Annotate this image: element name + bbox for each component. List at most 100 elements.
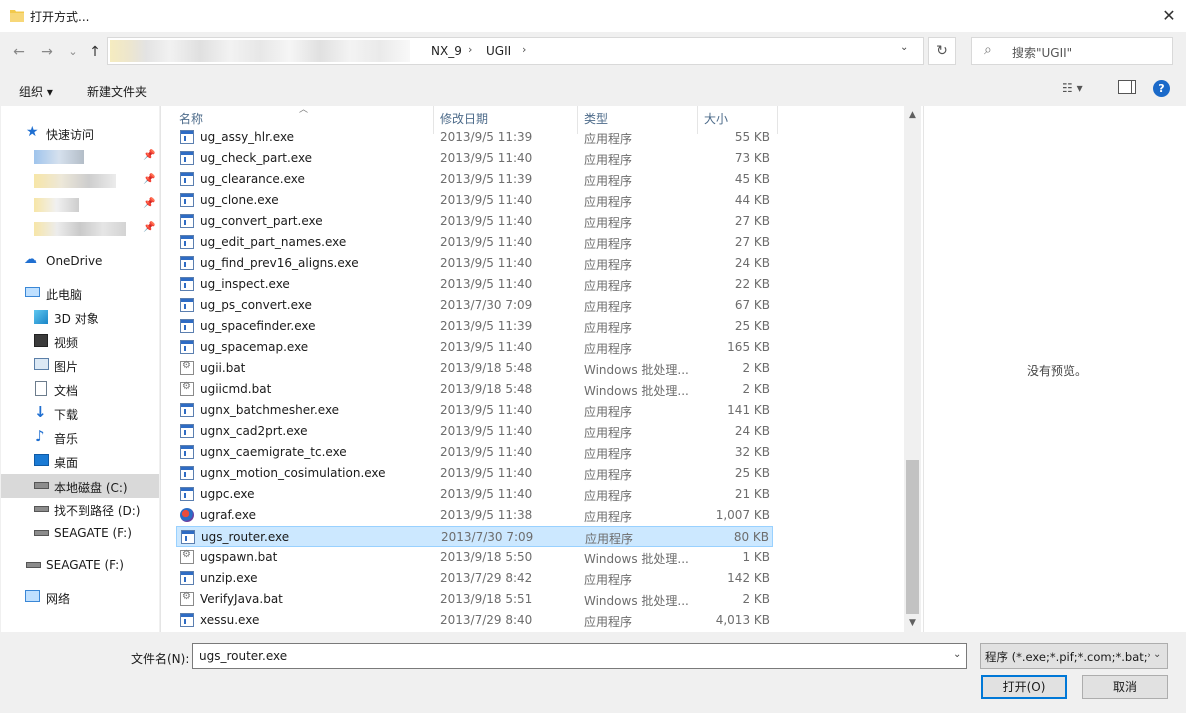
sidebar-item-onedrive[interactable]: ☁ OneDrive [1,250,159,272]
scrollbar-thumb[interactable] [906,460,919,614]
sidebar-item-pinned-1[interactable]: 📌 [1,146,159,168]
filename-value[interactable]: ugs_router.exe [199,649,287,663]
scroll-up-icon[interactable]: ▲ [904,108,921,122]
file-row[interactable]: ugnx_cad2prt.exe 2013/9/5 11:40 应用程序 24 KB [176,421,773,442]
file-row[interactable]: ug_spacemap.exe 2013/9/5 11:40 应用程序 165 KB [176,337,773,358]
file-row[interactable]: ug_clearance.exe 2013/9/5 11:39 应用程序 45 KB [176,169,773,190]
executable-icon [180,277,194,291]
breadcrumb-ugii[interactable]: UGII [486,44,511,58]
sidebar-item-3d-objects[interactable]: 3D 对象 [1,306,159,328]
organize-button[interactable]: 组织 ▾ [19,83,53,100]
file-row[interactable]: ugiicmd.bat 2013/9/18 5:48 Windows 批处理... 2… [176,379,773,400]
file-row[interactable]: unzip.exe 2013/7/29 8:42 应用程序 142 KB [176,568,773,589]
back-button[interactable]: ← [8,40,30,64]
vertical-scrollbar[interactable]: ▲ ▼ [904,106,921,632]
file-row[interactable]: ugraf.exe 2013/9/5 11:38 应用程序 1,007 KB [176,505,773,526]
chevron-down-icon[interactable]: ⌄ [953,649,961,660]
document-icon [35,381,47,396]
address-bar[interactable]: NX_9 › UGII › ⌄ [107,37,924,65]
file-row[interactable]: ug_find_prev16_aligns.exe 2013/9/5 11:40 应… [176,253,773,274]
sidebar-item-label: 3D 对象 [54,312,99,326]
file-row[interactable]: VerifyJava.bat 2013/9/18 5:51 Windows 批处理.… [176,589,773,610]
file-row[interactable]: ugpc.exe 2013/9/5 11:40 应用程序 21 KB [176,484,773,505]
up-button[interactable]: ↑ [84,40,106,64]
sidebar-item-videos[interactable]: 视频 [1,330,159,352]
sidebar-item-downloads[interactable]: ↓ 下载 [1,402,159,424]
sort-ascending-icon: ︿ [299,105,309,115]
file-row[interactable]: ug_edit_part_names.exe 2013/9/5 11:40 应用程序… [176,232,773,253]
breadcrumb-nx9[interactable]: NX_9 [431,44,462,58]
sidebar-item-pinned-3[interactable]: 📌 [1,194,159,216]
file-row[interactable]: ugnx_caemigrate_tc.exe 2013/9/5 11:40 应用程序… [176,442,773,463]
sidebar-item-seagate-f[interactable]: SEAGATE (F:) [1,522,159,544]
view-options-icon[interactable]: ☷ ▾ [1062,81,1096,97]
sidebar-item-drive-d[interactable]: 找不到路径 (D:) [1,498,159,520]
file-name: ug_check_part.exe [200,151,313,165]
file-name: ugraf.exe [200,508,256,522]
toolbar: 组织 ▾ 新建文件夹 ☷ ▾ ? [0,75,1186,105]
file-type: 应用程序 [584,195,633,209]
file-row[interactable]: ug_inspect.exe 2013/9/5 11:40 应用程序 22 KB [176,274,773,295]
sidebar-item-network[interactable]: 网络 [1,586,159,608]
star-icon: ★ [26,124,39,140]
refresh-button[interactable]: ↻ [928,37,956,65]
file-row[interactable]: ug_clone.exe 2013/9/5 11:40 应用程序 44 KB [176,190,773,211]
file-row[interactable]: ugnx_batchmesher.exe 2013/9/5 11:40 应用程序 14… [176,400,773,421]
executable-icon [180,445,194,459]
file-size: 22 KB [734,277,770,291]
file-date: 2013/9/5 11:39 [440,172,533,186]
file-date: 2013/9/5 11:40 [440,424,533,438]
search-input[interactable]: 搜索"UGII" [1012,44,1072,61]
network-icon [25,590,40,602]
chevron-down-icon[interactable]: ⌄ [1153,649,1161,660]
sidebar-item-documents[interactable]: 文档 [1,378,159,400]
chevron-right-icon[interactable]: › [522,43,526,56]
file-row[interactable]: ug_assy_hlr.exe 2013/9/5 11:39 应用程序 55 KB [176,127,773,148]
sidebar-item-label: 网络 [46,592,71,606]
file-date: 2013/9/5 11:40 [440,235,533,249]
file-date: 2013/9/5 11:40 [440,445,533,459]
file-row[interactable]: ug_ps_convert.exe 2013/7/30 7:09 应用程序 67 KB [176,295,773,316]
search-box[interactable]: ⌕ 搜索"UGII" [971,37,1173,65]
sidebar-item-desktop[interactable]: 桌面 [1,450,159,472]
close-button[interactable]: ✕ [1156,4,1182,28]
file-row[interactable]: ug_spacefinder.exe 2013/9/5 11:39 应用程序 25 K… [176,316,773,337]
sidebar-item-pinned-2[interactable]: 📌 [1,170,159,192]
file-type: 应用程序 [584,405,633,419]
file-row[interactable]: ugspawn.bat 2013/9/18 5:50 Windows 批处理... 1… [176,547,773,568]
scroll-down-icon[interactable]: ▼ [904,616,921,630]
sidebar-item-local-disk-c[interactable]: 本地磁盘 (C:) [1,474,159,498]
help-icon[interactable]: ? [1153,80,1170,97]
sidebar-item-quick-access[interactable]: ★ 快速访问 [1,122,159,144]
file-row[interactable]: ugs_router.exe 2013/7/30 7:09 应用程序 80 KB [176,526,773,547]
executable-icon [180,151,194,165]
picture-icon [34,358,49,370]
file-type-filter[interactable]: 程序 (*.exe;*.pif;*.com;*.bat;*. ⌄ [980,643,1168,669]
new-folder-button[interactable]: 新建文件夹 [87,83,147,100]
chevron-down-icon[interactable]: ⌄ [900,42,908,53]
file-row[interactable]: ugnx_motion_cosimulation.exe 2013/9/5 11:… [176,463,773,484]
file-type: 应用程序 [584,174,633,188]
executable-icon [180,319,194,333]
sidebar-item-label: 图片 [54,360,79,374]
executable-icon [180,466,194,480]
file-row[interactable]: ugii.bat 2013/9/18 5:48 Windows 批处理... 2 KB [176,358,773,379]
sidebar-item-pictures[interactable]: 图片 [1,354,159,376]
file-row[interactable]: ug_check_part.exe 2013/9/5 11:40 应用程序 73 KB [176,148,773,169]
preview-pane-icon[interactable] [1118,80,1136,94]
file-type: 应用程序 [584,258,633,272]
sidebar-item-seagate-f-root[interactable]: SEAGATE (F:) [1,554,159,576]
sidebar-item-this-pc[interactable]: 此电脑 [1,282,159,304]
file-type: 应用程序 [584,615,633,629]
sidebar-item-pinned-4[interactable]: 📌 [1,218,159,240]
file-row[interactable]: ug_convert_part.exe 2013/9/5 11:40 应用程序 27 … [176,211,773,232]
recent-locations-button[interactable]: ⌄ [62,40,84,64]
cancel-button[interactable]: 取消 [1082,675,1168,699]
open-button[interactable]: 打开(O) [981,675,1067,699]
forward-button[interactable]: → [36,40,58,64]
filename-field[interactable]: ugs_router.exe ⌄ [192,643,967,669]
column-divider[interactable] [777,106,778,134]
file-row[interactable]: xessu.exe 2013/7/29 8:40 应用程序 4,013 KB [176,610,773,631]
executable-icon [180,256,194,270]
sidebar-item-music[interactable]: ♪ 音乐 [1,426,159,448]
